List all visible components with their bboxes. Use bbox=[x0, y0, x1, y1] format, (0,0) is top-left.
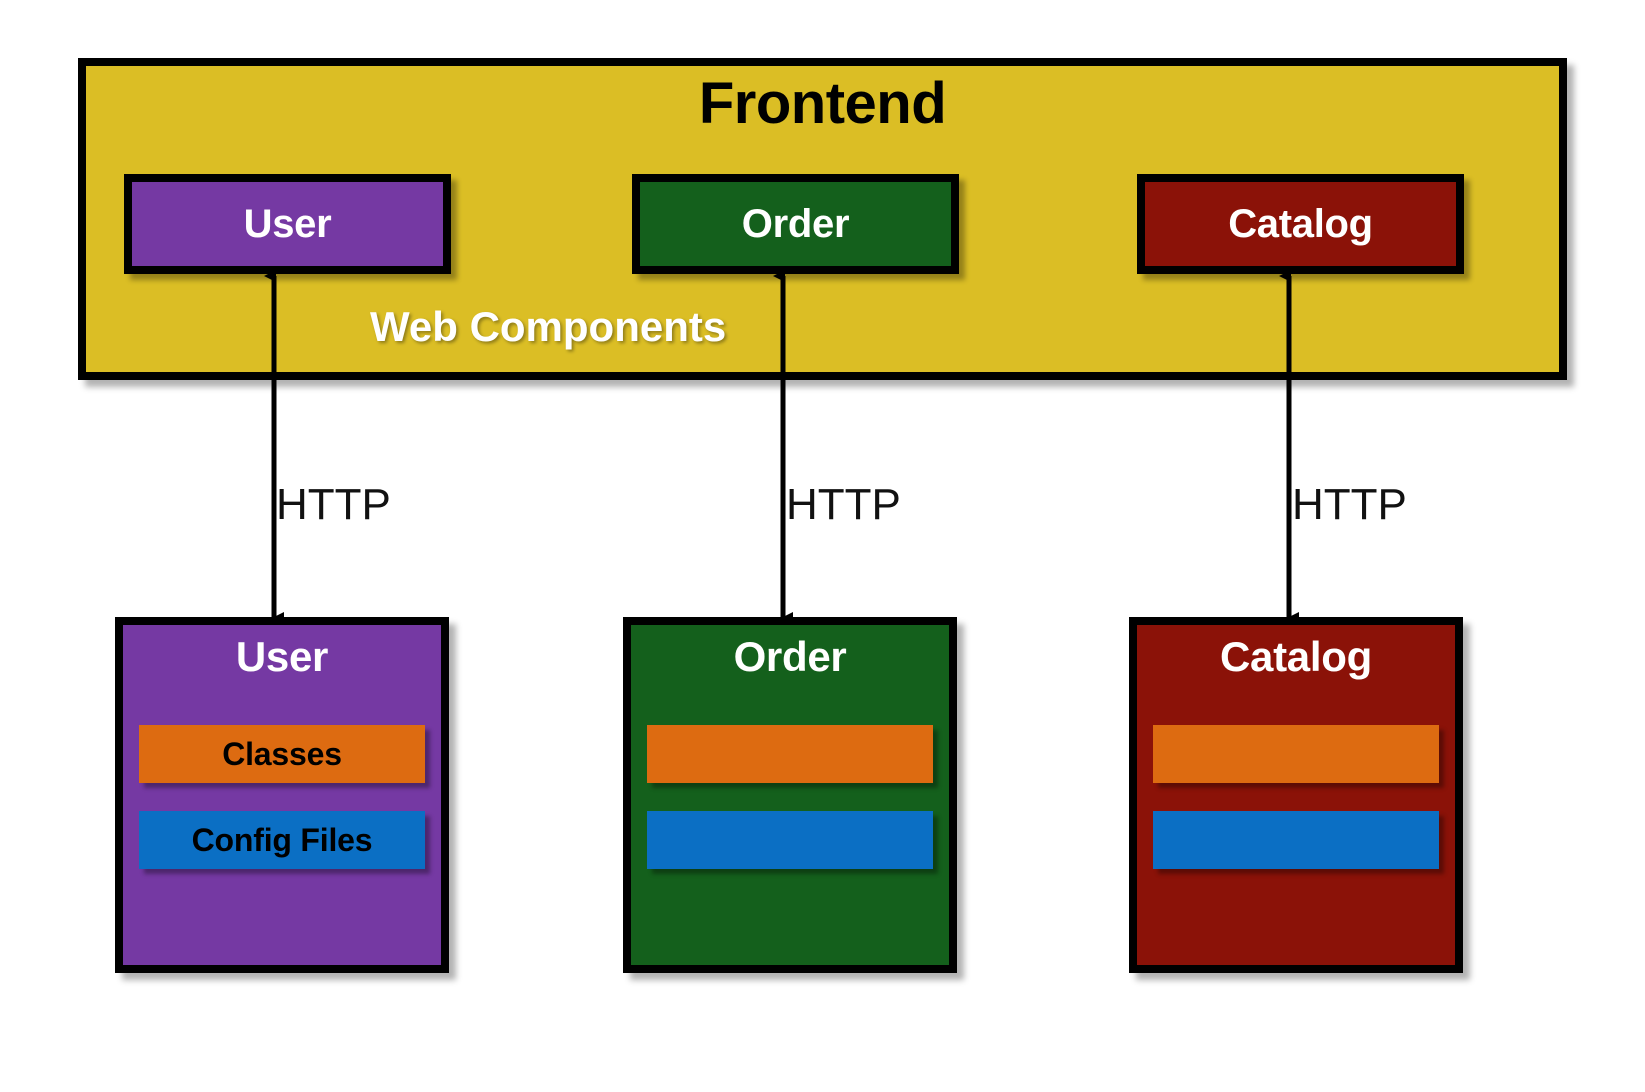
service-box-user[interactable]: User Classes Config Files bbox=[115, 617, 449, 973]
service-bar-classes-user[interactable]: Classes bbox=[139, 725, 425, 783]
http-label-user: HTTP bbox=[276, 480, 391, 529]
service-bars-user: Classes Config Files bbox=[123, 725, 441, 869]
service-title-order: Order bbox=[733, 633, 847, 680]
service-title-catalog: Catalog bbox=[1220, 633, 1372, 680]
service-bar-config-user-label: Config Files bbox=[191, 821, 373, 858]
service-title-user: User bbox=[235, 633, 329, 680]
service-bars-catalog bbox=[1137, 725, 1455, 869]
web-components-label: Web Components bbox=[370, 303, 727, 350]
service-box-order[interactable]: Order bbox=[623, 617, 957, 973]
service-bar-classes-order[interactable] bbox=[647, 725, 933, 783]
frontend-chip-order[interactable]: Order bbox=[632, 174, 959, 274]
frontend-chip-catalog-label: Catalog bbox=[1228, 201, 1373, 246]
service-box-catalog[interactable]: Catalog bbox=[1129, 617, 1463, 973]
frontend-title: Frontend bbox=[698, 71, 947, 136]
service-bar-classes-catalog[interactable] bbox=[1153, 725, 1439, 783]
service-bar-classes-user-label: Classes bbox=[222, 735, 342, 772]
service-bars-order bbox=[631, 725, 949, 869]
frontend-chip-user-label: User bbox=[243, 201, 332, 246]
http-label-order: HTTP bbox=[786, 480, 901, 529]
frontend-chip-user[interactable]: User bbox=[124, 174, 451, 274]
service-bar-config-order[interactable] bbox=[647, 811, 933, 869]
frontend-chip-order-label: Order bbox=[741, 201, 850, 246]
frontend-container: Frontend User Order Catalog Web Componen… bbox=[78, 58, 1567, 380]
frontend-chip-catalog[interactable]: Catalog bbox=[1137, 174, 1464, 274]
service-bar-config-user[interactable]: Config Files bbox=[139, 811, 425, 869]
service-bar-config-catalog[interactable] bbox=[1153, 811, 1439, 869]
architecture-diagram: Frontend User Order Catalog Web Componen… bbox=[0, 0, 1645, 1092]
http-label-catalog: HTTP bbox=[1292, 480, 1407, 529]
